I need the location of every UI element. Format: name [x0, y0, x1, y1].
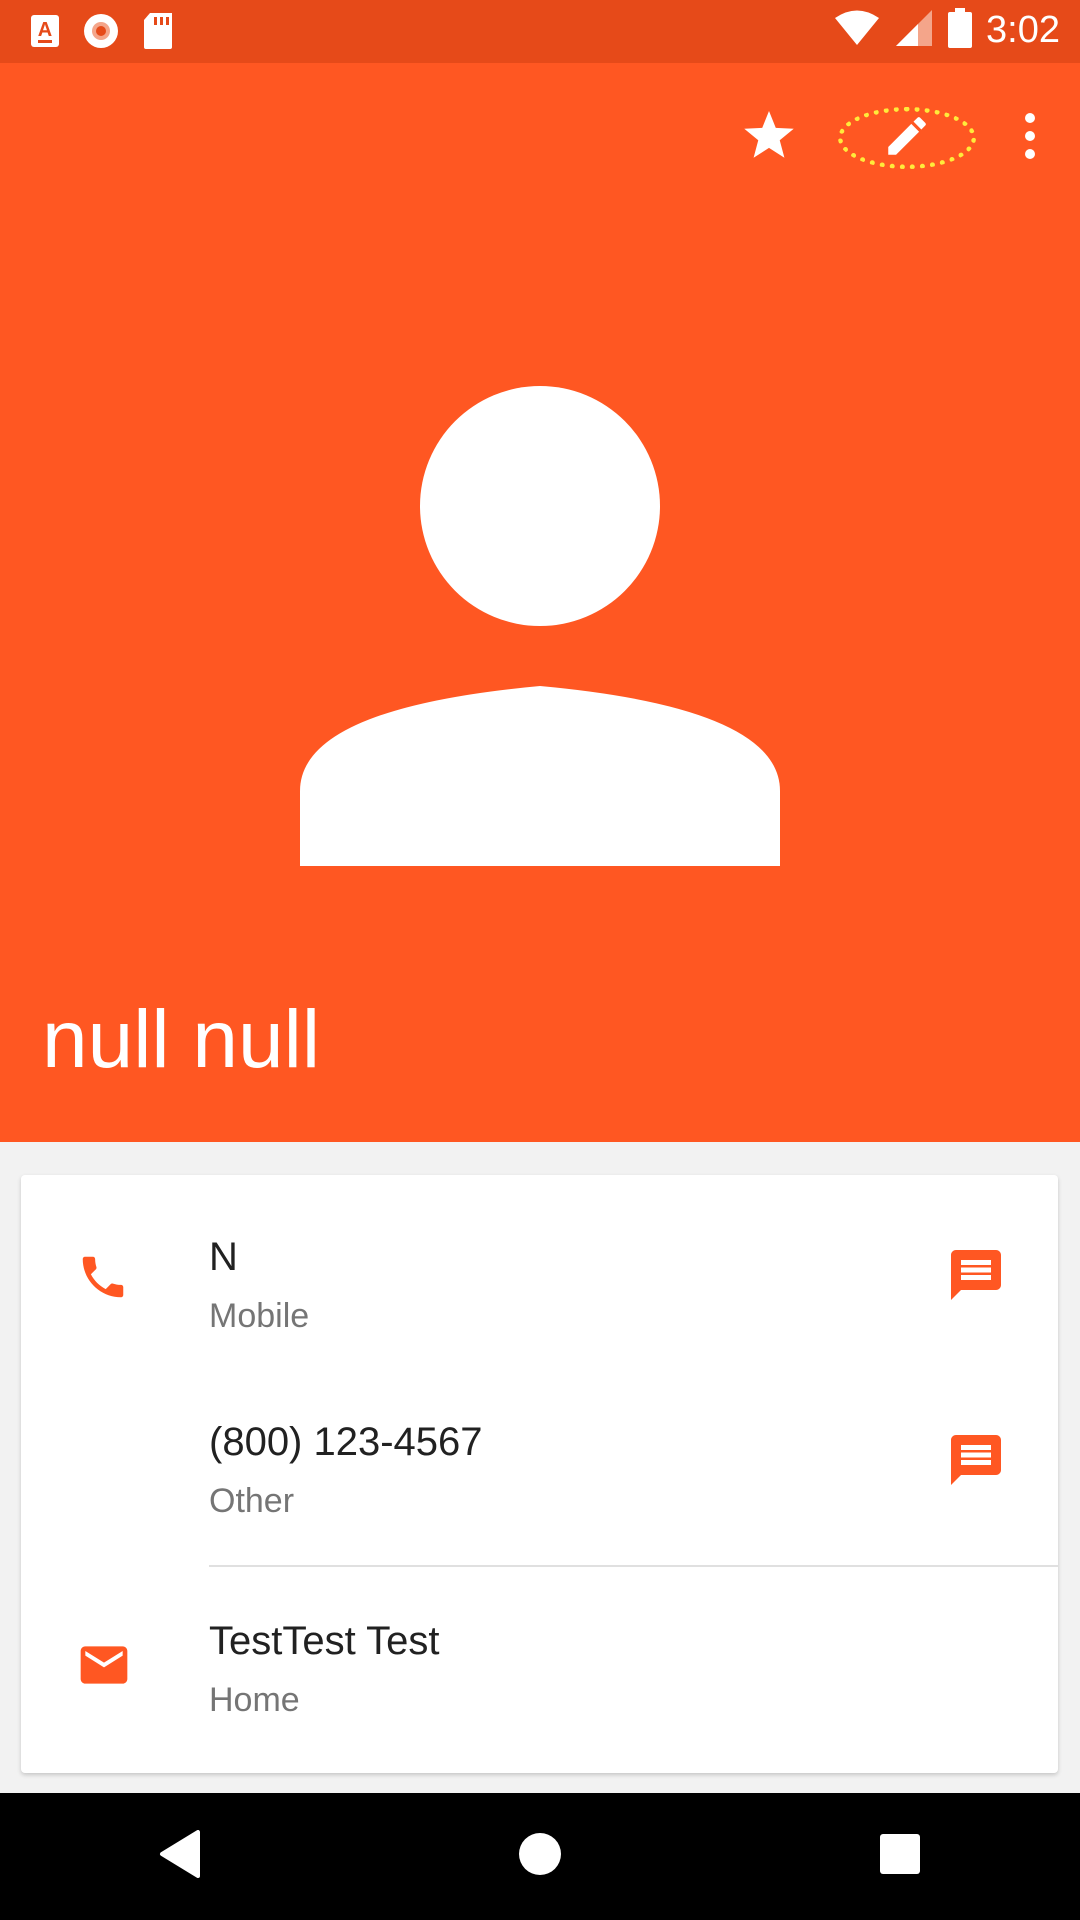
email-type: Home [209, 1681, 300, 1719]
phone-icon [76, 1250, 130, 1309]
email-icon [76, 1637, 132, 1698]
phone-number: (800) 123-4567 [209, 1420, 483, 1464]
person-icon [300, 386, 780, 870]
sd-card-icon [142, 12, 174, 55]
wifi-icon [834, 9, 880, 52]
clock: 3:02 [986, 9, 1060, 51]
recents-icon [879, 1833, 921, 1880]
message-icon [946, 1435, 1006, 1494]
contact-name: null null [42, 994, 321, 1085]
phone-type: Mobile [209, 1297, 310, 1335]
contact-header: null null [0, 63, 1080, 1142]
signal-icon [894, 8, 934, 53]
svg-text:A: A [38, 19, 52, 41]
phone-number: N [209, 1235, 238, 1279]
more-vert-icon [1023, 112, 1037, 165]
home-button[interactable] [480, 1812, 600, 1902]
phone-row[interactable]: (800) 123-4567 Other [21, 1360, 1058, 1545]
contact-avatar [300, 386, 780, 871]
star-icon [741, 109, 797, 168]
back-icon [158, 1830, 202, 1883]
home-icon [517, 1831, 563, 1882]
favorite-button[interactable] [734, 103, 804, 173]
message-icon [946, 1250, 1006, 1309]
email-row[interactable]: TestTest Test Home [21, 1567, 1058, 1767]
edit-button[interactable] [838, 103, 976, 173]
header-actions [734, 103, 1050, 173]
message-button[interactable] [946, 1245, 1006, 1310]
recents-button[interactable] [840, 1812, 960, 1902]
contact-details-card: N Mobile (800) 123-4567 Other TestTest T… [21, 1175, 1058, 1773]
phone-type: Other [209, 1482, 295, 1520]
status-bar: A 3:02 [0, 0, 1080, 63]
more-options-button[interactable] [1010, 103, 1050, 173]
battery-icon [948, 8, 973, 53]
navigation-bar [0, 1793, 1080, 1920]
back-button[interactable] [120, 1812, 240, 1902]
email-address: TestTest Test [209, 1619, 440, 1663]
phone-row[interactable]: N Mobile [21, 1175, 1058, 1360]
message-button[interactable] [946, 1430, 1006, 1495]
record-icon [82, 12, 120, 55]
highlight-ring [838, 107, 976, 169]
font-a-icon: A [30, 14, 60, 53]
